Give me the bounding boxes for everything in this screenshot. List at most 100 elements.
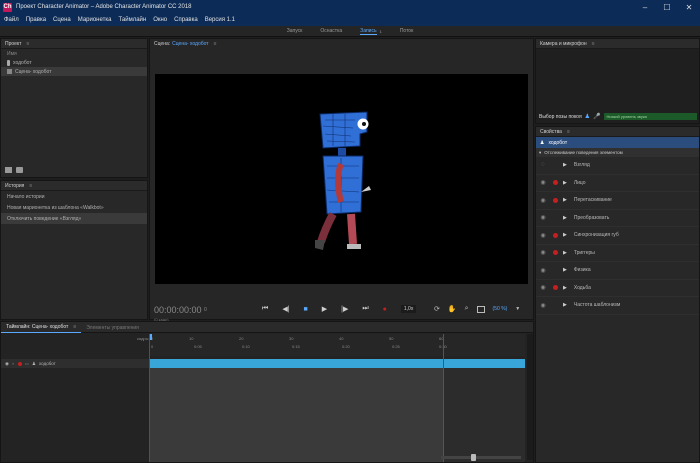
project-column-name[interactable]: Имя — [1, 49, 147, 58]
timeline-work-area[interactable] — [149, 368, 443, 462]
record-arm-icon[interactable] — [553, 268, 558, 273]
menu-timeline[interactable]: Таймлайн — [118, 17, 146, 23]
eye-icon[interactable]: ◉ — [5, 361, 9, 367]
maximize-button[interactable]: ☐ — [656, 0, 678, 14]
project-item-puppet[interactable]: ходобот — [1, 58, 147, 67]
timeline-zoom-slider[interactable] — [441, 454, 521, 461]
expand-icon[interactable]: ▶ — [563, 232, 567, 238]
eye-icon[interactable]: ◉ — [538, 232, 548, 239]
import-icon[interactable] — [5, 167, 12, 173]
record-arm-icon[interactable] — [553, 180, 558, 186]
hand-icon[interactable]: ✋ — [448, 305, 457, 313]
zoom-dropdown-icon[interactable]: ▼ — [515, 306, 520, 312]
track-header[interactable]: ◉ ◐ ▭ ♟ ходобот — [1, 359, 149, 368]
puppet-track-bar[interactable] — [149, 359, 525, 368]
expand-icon[interactable]: ▶ — [563, 215, 567, 221]
record-arm-icon[interactable] — [553, 250, 558, 256]
playhead-line[interactable] — [149, 334, 150, 462]
menu-help[interactable]: Справка — [174, 17, 198, 23]
go-to-end-icon[interactable]: ⏭ — [362, 305, 368, 313]
panel-menu-icon[interactable]: ≡ — [29, 183, 32, 189]
eye-icon[interactable]: ◉ — [538, 249, 548, 256]
record-arm-icon[interactable] — [17, 361, 22, 366]
history-item[interactable]: Отключить поведение «Взгляд» — [1, 213, 147, 224]
eye-icon[interactable]: ◉ — [538, 302, 548, 309]
record-arm-icon[interactable] — [553, 303, 558, 308]
record-arm-icon[interactable] — [553, 163, 558, 168]
stop-icon[interactable]: ■ — [304, 306, 308, 313]
tab-controls[interactable]: Элементы управления — [81, 322, 144, 333]
panel-menu-icon[interactable]: ≡ — [214, 41, 217, 47]
menu-version[interactable]: Версия 1.1 — [205, 17, 235, 23]
expand-icon[interactable]: ▶ — [563, 250, 567, 256]
behavior-row[interactable]: ◉ ▶ Лицо — [536, 175, 699, 192]
record-arm-icon[interactable] — [553, 232, 558, 238]
eye-icon[interactable]: ◌ — [538, 162, 548, 168]
panel-menu-icon[interactable]: ≡ — [592, 41, 595, 47]
menu-edit[interactable]: Правка — [26, 17, 46, 23]
scene-stage[interactable] — [155, 74, 528, 284]
eye-icon[interactable]: ◉ — [538, 284, 548, 291]
behavior-section-header[interactable]: ▾ Отслеживание поведения элементом — [536, 148, 699, 157]
work-area-end-marker[interactable] — [443, 334, 444, 462]
behavior-row[interactable]: ◉ ▶ Триггеры — [536, 245, 699, 262]
panel-menu-icon[interactable]: ≡ — [26, 41, 29, 47]
close-button[interactable]: ✕ — [678, 0, 700, 14]
expand-icon[interactable]: ▶ — [563, 162, 567, 168]
expand-icon[interactable]: ▶ — [563, 180, 567, 186]
step-back-icon[interactable]: ◀| — [282, 305, 289, 313]
panel-menu-icon[interactable]: ≡ — [567, 129, 570, 135]
eye-icon[interactable]: ◉ — [538, 197, 548, 204]
zoom-level[interactable]: (50 %) — [493, 306, 508, 312]
record-arm-icon[interactable] — [553, 285, 558, 291]
behavior-row[interactable]: ◉ ▶ Преобразовать — [536, 210, 699, 227]
scene-name[interactable]: Сцена- ходобот — [172, 41, 208, 47]
tab-timeline[interactable]: Таймлайн: Сцена- ходобот ≡ — [1, 322, 82, 333]
zoom-icon[interactable]: ⌕ — [465, 305, 469, 313]
workflow-rig[interactable]: Оснастка — [320, 28, 342, 34]
go-to-start-icon[interactable]: ⏮ — [262, 305, 268, 313]
record-arm-icon[interactable] — [553, 197, 558, 203]
history-item[interactable]: Начало истории — [1, 191, 147, 202]
behavior-row[interactable]: ◉ ▶ Частота шаблонизм — [536, 297, 699, 315]
menu-scene[interactable]: Сцена — [53, 17, 71, 23]
project-item-scene[interactable]: Сцена- ходобот — [1, 67, 147, 76]
scene-timecode[interactable]: 00:00:00:00 — [154, 305, 202, 315]
frame-icon[interactable] — [476, 305, 485, 313]
record-icon[interactable]: ● — [383, 306, 387, 313]
minimize-button[interactable]: – — [634, 0, 656, 14]
behavior-row[interactable]: ◉ ▶ Физика — [536, 262, 699, 280]
expand-icon[interactable]: ▶ — [563, 267, 567, 273]
timeline-ruler[interactable]: кадры 0 10 20 30 40 50 60 0 0:05 0:10 0:… — [137, 334, 525, 356]
folder-icon[interactable] — [16, 167, 23, 173]
menu-puppet[interactable]: Марионетка — [78, 17, 112, 23]
puppet-selector[interactable]: ♟ ходобот — [536, 137, 699, 148]
refresh-icon[interactable]: ⟳ — [434, 305, 440, 313]
walkbot-character[interactable] — [155, 74, 528, 284]
expand-icon[interactable]: ▶ — [563, 302, 567, 308]
speed-field[interactable]: 1,0x — [400, 305, 417, 313]
menu-file[interactable]: Файл — [4, 17, 19, 23]
behavior-row[interactable]: ◉ ▶ Ходьба — [536, 280, 699, 297]
eye-icon[interactable]: ◉ — [538, 214, 548, 221]
mic-icon[interactable]: 🎤 — [593, 113, 600, 120]
expand-icon[interactable]: ▶ — [563, 197, 567, 203]
solo-icon[interactable]: ◐ — [12, 361, 15, 366]
workflow-start[interactable]: Запуск — [287, 28, 303, 34]
menu-window[interactable]: Окно — [153, 17, 167, 23]
play-icon[interactable]: ▶ — [322, 305, 327, 313]
behavior-row[interactable]: ◉ ▶ Перетаскивание — [536, 192, 699, 210]
person-icon[interactable]: ♟ — [585, 113, 590, 120]
history-item[interactable]: Новая марионетка из шаблона «Walkbot» — [1, 202, 147, 213]
lock-icon[interactable]: ▭ — [25, 361, 29, 367]
eye-icon[interactable]: ◉ — [538, 179, 548, 186]
workflow-stream[interactable]: Поток — [400, 28, 413, 34]
expand-icon[interactable]: ▶ — [563, 285, 567, 291]
slider-handle[interactable] — [471, 454, 476, 461]
timeline-scrollbar[interactable] — [527, 334, 533, 460]
rest-pose-button[interactable]: Выбор позы покоя — [539, 114, 582, 120]
eye-icon[interactable]: ◉ — [538, 267, 548, 274]
behavior-row[interactable]: ◉ ▶ Синхронизация губ — [536, 227, 699, 245]
panel-menu-icon[interactable]: ≡ — [73, 324, 76, 330]
behavior-row[interactable]: ◌ ▶ Взгляд — [536, 157, 699, 175]
